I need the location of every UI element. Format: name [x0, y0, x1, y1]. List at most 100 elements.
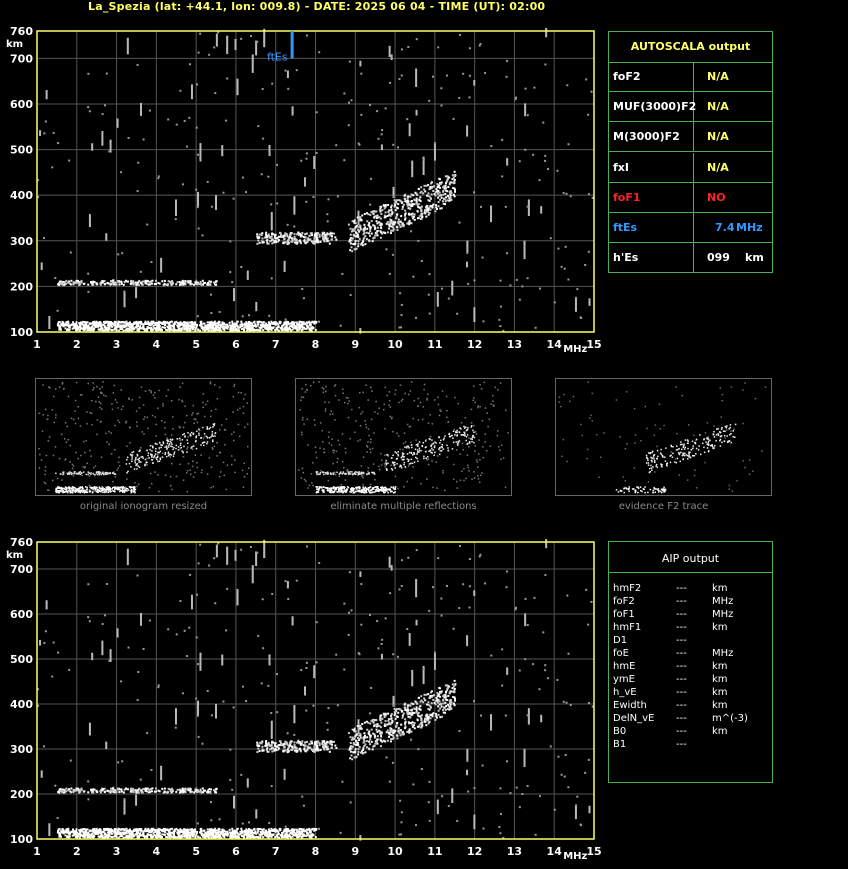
thumb-point [179, 442, 182, 445]
thumb-point [80, 454, 82, 457]
echo-point [203, 281, 206, 284]
thumb-point [426, 478, 428, 481]
echo-point [275, 327, 278, 330]
thumb-point [473, 424, 475, 427]
thumb-point [101, 472, 104, 475]
echo-point [394, 209, 397, 212]
thumb-point [67, 491, 69, 494]
thumb-point [334, 489, 336, 491]
thumb-point [424, 450, 427, 453]
echo-point [197, 153, 200, 156]
thumb-point [59, 490, 61, 493]
thumb-point [204, 435, 206, 437]
thumb-point [120, 389, 122, 391]
thumb-point [160, 446, 162, 449]
thumb-point [406, 480, 409, 483]
thumb-point [183, 433, 186, 435]
echo-point [580, 317, 583, 320]
thumb-point [138, 396, 141, 399]
echo-point [48, 321, 51, 324]
thumb-point [474, 445, 477, 447]
thumb-point [233, 385, 235, 388]
echo-point [160, 259, 163, 262]
echo-point [433, 193, 436, 196]
echo-point [322, 235, 325, 238]
echo-point [401, 222, 404, 225]
thumb-point [195, 439, 197, 442]
echo-point [64, 327, 67, 330]
thumb-point [318, 486, 321, 489]
echo-point [360, 242, 363, 245]
echo-point [283, 266, 286, 269]
thumb-point [365, 444, 368, 447]
thumb-point [591, 420, 593, 422]
thumb-point [453, 428, 456, 431]
thumb-point [416, 457, 418, 460]
thumb-point [358, 406, 361, 409]
thumb-point [600, 456, 602, 459]
echo-point [274, 328, 277, 331]
thumb-point [326, 487, 329, 489]
thumb-point [332, 473, 335, 475]
thumb-point [477, 475, 479, 477]
thumb-point [661, 489, 664, 492]
echo-point [103, 326, 106, 329]
echo-point [284, 69, 287, 72]
echo-point [142, 326, 145, 329]
echo-point [306, 232, 309, 235]
echo-point [456, 312, 459, 315]
echo-point [442, 193, 445, 196]
echo-point [411, 160, 414, 163]
thumb-point [346, 489, 349, 491]
thumb-point [91, 400, 93, 402]
echo-point [498, 318, 501, 321]
echo-point [351, 237, 354, 240]
thumb-point [208, 437, 211, 439]
thumb-point [67, 395, 70, 398]
thumb-point [191, 460, 194, 463]
thumb-point [479, 474, 482, 477]
echo-point [102, 280, 105, 283]
thumb-point [463, 468, 465, 470]
thumb-point [344, 479, 347, 481]
echo-point [479, 42, 482, 45]
thumb-point [660, 448, 662, 451]
echo-point [118, 283, 121, 286]
thumb-point [707, 440, 710, 443]
thumb-point [462, 434, 465, 436]
thumb-point [358, 471, 360, 473]
thumb-point [170, 400, 173, 402]
echo-point [197, 199, 200, 202]
thumb-point [645, 462, 648, 464]
echo-point [388, 47, 391, 50]
echo-point [406, 197, 409, 200]
thumb-point [327, 472, 329, 474]
echo-point [416, 193, 419, 196]
thumb-point [211, 440, 214, 443]
echo-point [270, 235, 273, 238]
echo-point [414, 191, 417, 194]
echo-point [447, 194, 450, 197]
thumb-point [672, 446, 674, 448]
thumb-point [172, 455, 175, 457]
echo-point [388, 45, 391, 48]
thumb-point [650, 467, 653, 469]
thumb-point [136, 458, 138, 461]
echo-point [523, 246, 526, 249]
thumb-point [139, 450, 141, 452]
echo-point [82, 283, 85, 286]
echo-point [441, 200, 444, 203]
echo-point [101, 138, 104, 141]
thumb-point [442, 448, 445, 450]
echo-point [65, 321, 68, 324]
thumb-point [417, 397, 419, 400]
thumb-point [247, 445, 249, 448]
echo-point [293, 196, 296, 199]
echo-point [450, 192, 453, 195]
echo-point [102, 323, 105, 326]
echo-point [366, 227, 369, 230]
echo-point [384, 204, 387, 207]
echo-point [313, 163, 316, 166]
thumb-point [38, 467, 41, 469]
thumb-point [130, 491, 133, 494]
